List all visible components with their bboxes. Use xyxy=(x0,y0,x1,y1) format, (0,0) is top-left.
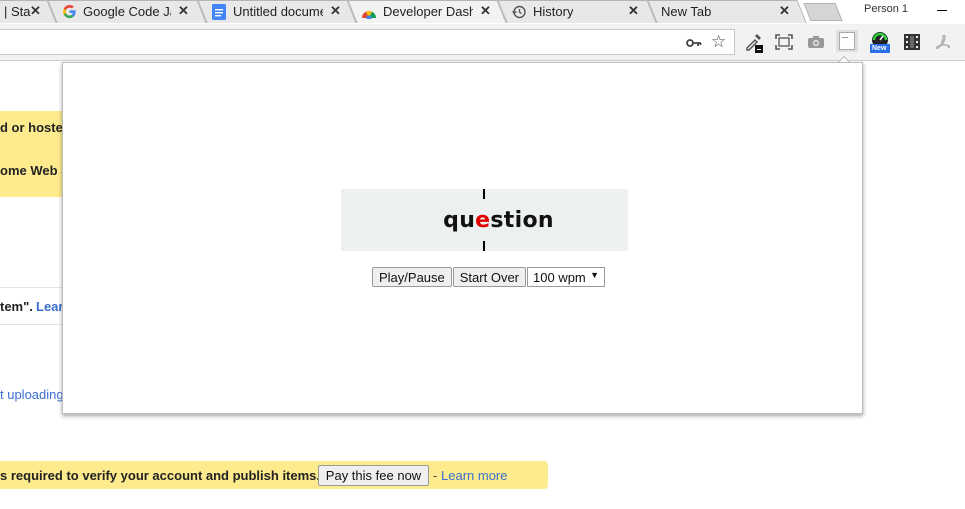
speed-select[interactable]: 100 wpm ▼ xyxy=(527,267,606,287)
tab-0-title: | Sta xyxy=(4,4,31,19)
camera-icon[interactable] xyxy=(806,32,826,52)
dropdown-arrow-icon: ▼ xyxy=(590,270,600,280)
tab-4-close-icon[interactable]: ✕ xyxy=(628,3,639,19)
speed-value: 100 wpm xyxy=(533,269,586,285)
info-text: tem". xyxy=(0,299,33,314)
learn-link[interactable]: Lear xyxy=(36,299,63,314)
tab-2-title: Untitled docume xyxy=(233,4,323,19)
tab-0-close-icon[interactable]: ✕ xyxy=(30,3,41,19)
capture-icon[interactable] xyxy=(774,32,794,52)
word-focus-letter: e xyxy=(475,208,491,233)
current-word: question xyxy=(341,208,628,233)
chrome-webstore-icon xyxy=(361,4,377,20)
tab-5-close-icon[interactable]: ✕ xyxy=(779,3,790,19)
speed-reader-icon[interactable] xyxy=(836,30,858,52)
word-prefix: qu xyxy=(443,208,476,233)
tab-1-close-icon[interactable]: ✕ xyxy=(178,3,189,19)
new-badge: New xyxy=(872,45,887,52)
address-bar[interactable]: ☆ xyxy=(0,29,735,55)
reader-controls: Play/Pause Start Over 100 wpm ▼ xyxy=(372,267,606,287)
pdf-icon[interactable] xyxy=(934,32,954,52)
focus-marker-top xyxy=(483,189,485,199)
start-over-button[interactable]: Start Over xyxy=(452,267,527,287)
fee-separator: - xyxy=(433,468,438,483)
minimize-icon[interactable] xyxy=(937,10,947,11)
focus-marker-bottom xyxy=(483,241,485,251)
tab-3-close-icon[interactable]: ✕ xyxy=(480,3,491,19)
gauge-icon[interactable]: New xyxy=(870,32,890,53)
notice-line-2: ome Web S xyxy=(0,163,70,178)
tab-3-title: Developer Dashb xyxy=(383,4,473,19)
play-pause-button[interactable]: Play/Pause xyxy=(372,267,452,287)
tab-2-close-icon[interactable]: ✕ xyxy=(330,3,341,19)
learn-more-link[interactable]: Learn more xyxy=(441,468,507,483)
tab-1-title: Google Code Jam xyxy=(83,4,171,19)
new-tab-button[interactable] xyxy=(803,3,843,21)
word-display: question xyxy=(341,189,628,251)
google-docs-icon xyxy=(211,3,227,20)
film-icon[interactable] xyxy=(902,32,922,52)
fee-text: s required to verify your account and pu… xyxy=(0,468,321,483)
browser-toolbar: ☆ New xyxy=(0,24,965,61)
speed-reader-popup: question Play/Pause Start Over 100 wpm ▼ xyxy=(62,62,863,414)
key-icon[interactable] xyxy=(686,35,702,52)
word-suffix: stion xyxy=(490,208,554,233)
pay-fee-button[interactable]: Pay this fee now xyxy=(318,465,429,486)
profile-name[interactable]: Person 1 xyxy=(864,3,908,15)
eyedropper-icon[interactable] xyxy=(744,32,764,53)
history-icon xyxy=(511,4,527,20)
tab-5-title: New Tab xyxy=(661,4,712,19)
notice-line-1: d or hoste xyxy=(0,120,63,135)
tab-strip: | Sta ✕ Google Code Jam ✕ Untitled docum… xyxy=(0,0,965,24)
google-g-icon xyxy=(61,4,77,20)
star-icon[interactable]: ☆ xyxy=(711,32,726,52)
uploading-link[interactable]: t uploading xyxy=(0,387,64,402)
tab-4-title: History xyxy=(533,4,574,19)
